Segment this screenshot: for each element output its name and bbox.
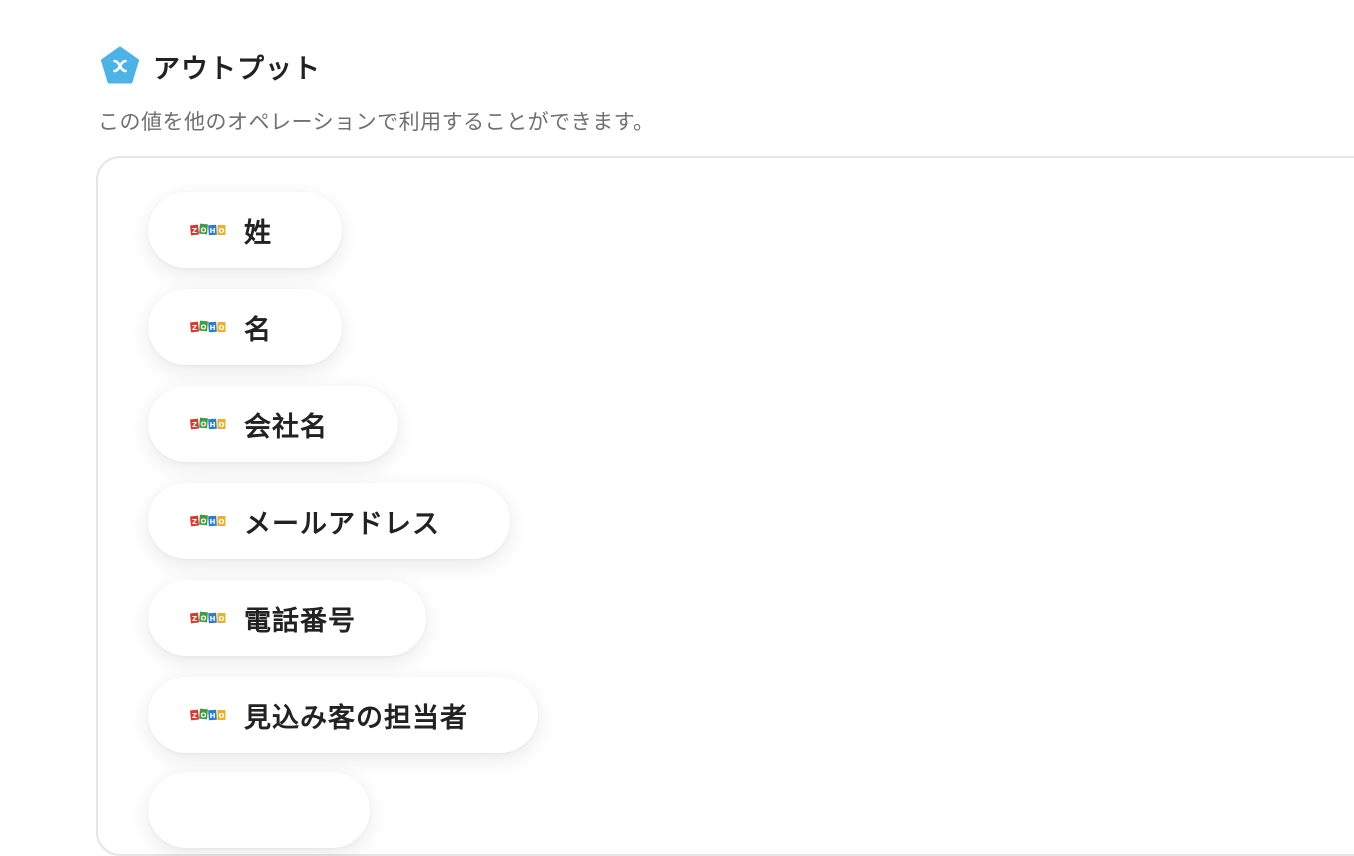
- output-chip-first-name[interactable]: Z O H O 名: [148, 289, 342, 365]
- svg-text:O: O: [219, 615, 225, 623]
- svg-text:O: O: [201, 518, 207, 526]
- zoho-logo-icon: Z O H O: [190, 417, 226, 430]
- svg-text:H: H: [210, 324, 216, 332]
- zoho-logo-icon: Z O H O: [190, 514, 226, 527]
- svg-text:O: O: [219, 227, 225, 235]
- svg-text:H: H: [210, 421, 216, 429]
- zoho-logo-icon: Z O H O: [190, 320, 226, 333]
- svg-text:O: O: [201, 712, 207, 720]
- zoho-logo-icon: Z O H O: [190, 223, 226, 236]
- svg-text:O: O: [219, 712, 225, 720]
- svg-text:Z: Z: [192, 712, 197, 720]
- output-label: 名: [244, 314, 272, 346]
- output-label: メールアドレス: [244, 508, 440, 540]
- svg-text:H: H: [210, 615, 216, 623]
- page-title: アウトプット: [153, 53, 321, 85]
- svg-text:Z: Z: [192, 421, 197, 429]
- output-label: 会社名: [244, 411, 328, 443]
- output-header: アウトプット: [100, 46, 321, 86]
- output-label: 見込み客の担当者: [244, 702, 468, 734]
- svg-text:Z: Z: [192, 615, 197, 623]
- zoho-logo-icon: Z O H O: [190, 611, 226, 624]
- svg-text:O: O: [219, 324, 225, 332]
- svg-text:H: H: [210, 518, 216, 526]
- svg-text:O: O: [219, 421, 225, 429]
- svg-text:H: H: [210, 712, 216, 720]
- svg-text:O: O: [201, 227, 207, 235]
- output-chip-company-name[interactable]: Z O H O 会社名: [148, 386, 398, 462]
- yoom-pentagon-icon: [101, 46, 139, 84]
- svg-text:Z: Z: [192, 518, 197, 526]
- output-chip-email[interactable]: Z O H O メールアドレス: [148, 483, 510, 559]
- svg-text:O: O: [201, 324, 207, 332]
- output-chip-phone[interactable]: Z O H O 電話番号: [148, 580, 426, 656]
- svg-text:O: O: [201, 421, 207, 429]
- output-label: 電話番号: [244, 605, 356, 637]
- svg-text:Z: Z: [192, 324, 197, 332]
- output-chip-lead-owner[interactable]: Z O H O 見込み客の担当者: [148, 677, 538, 753]
- svg-text:H: H: [210, 227, 216, 235]
- svg-text:O: O: [201, 615, 207, 623]
- output-chip-partial[interactable]: [148, 772, 370, 848]
- output-chip-last-name[interactable]: Z O H O 姓: [148, 192, 342, 268]
- zoho-logo-icon: Z O H O: [190, 708, 226, 721]
- output-description: この値を他のオペレーションで利用することができます。: [98, 110, 655, 134]
- svg-text:O: O: [219, 518, 225, 526]
- output-label: 姓: [244, 217, 272, 249]
- svg-text:Z: Z: [192, 227, 197, 235]
